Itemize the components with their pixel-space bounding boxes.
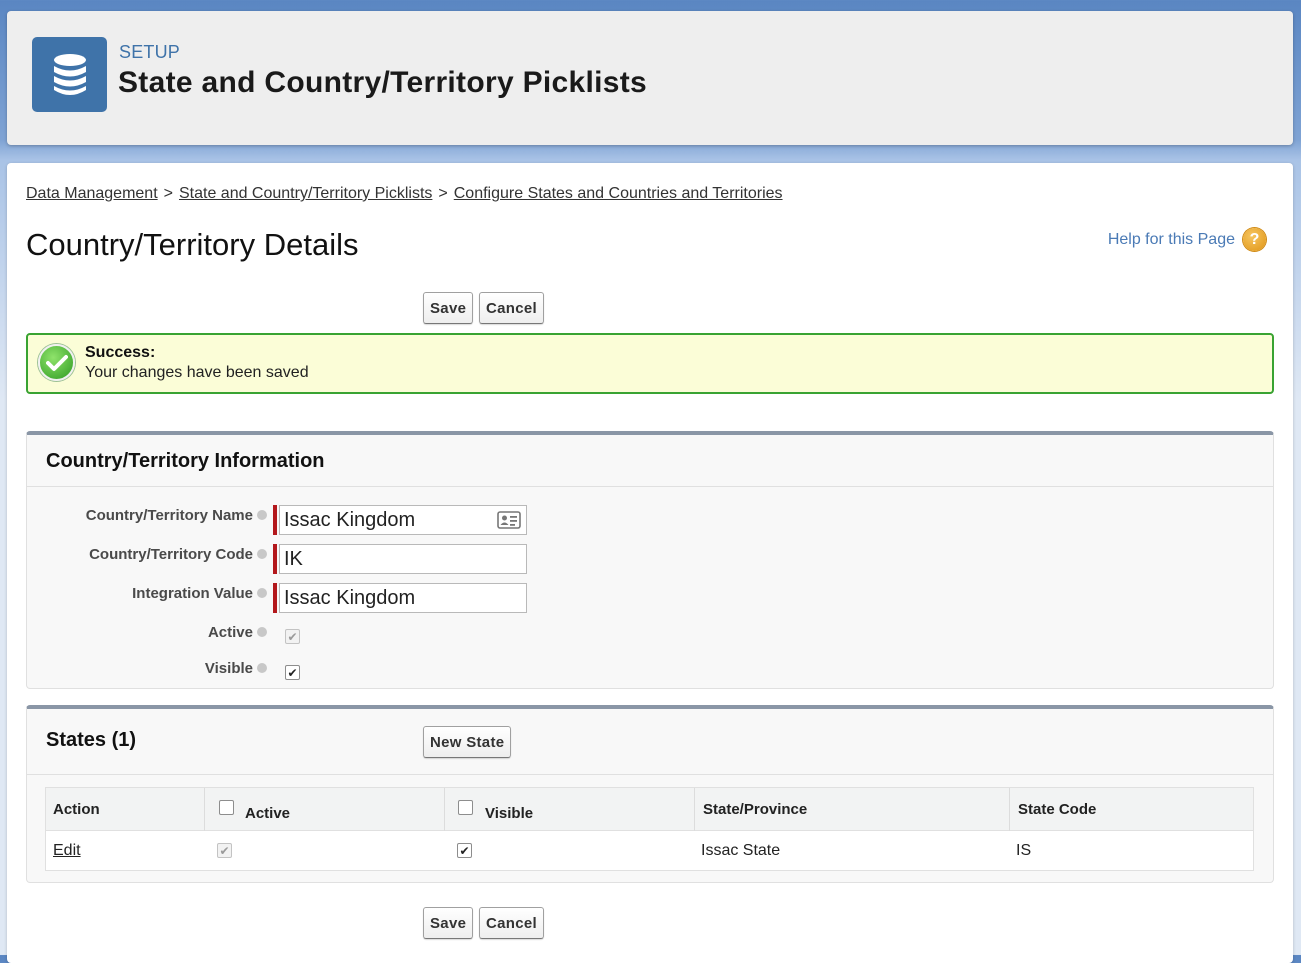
select-all-active-checkbox[interactable]	[219, 800, 234, 815]
active-checkbox[interactable]: ✔	[285, 629, 300, 644]
breadcrumb: Data Management > State and Country/Territ…	[26, 185, 783, 203]
states-section: States (1) New State Action Active Visib…	[26, 705, 1274, 883]
setup-title: State and Country/Territory Picklists	[118, 66, 648, 99]
column-divider	[204, 788, 205, 831]
column-header-state-province: State/Province	[703, 801, 808, 818]
table-header-row: Action Active Visible State/Province Sta…	[46, 788, 1253, 831]
breadcrumb-separator: >	[163, 185, 173, 202]
breadcrumb-configure-states[interactable]: Configure States and Countries and Terri…	[454, 185, 783, 202]
section-header: States (1) New State	[27, 709, 1273, 775]
main-content: Data Management > State and Country/Territ…	[7, 163, 1293, 963]
column-divider	[694, 788, 695, 831]
field-help-icon[interactable]	[257, 663, 267, 674]
field-label-text: Integration Value	[132, 585, 253, 602]
field-help-icon[interactable]	[257, 588, 267, 599]
setup-header: SETUP State and Country/Territory Pickli…	[7, 11, 1293, 145]
state-code-cell: IS	[1016, 842, 1032, 859]
success-title: Success:	[85, 344, 156, 361]
field-help-icon[interactable]	[257, 549, 267, 560]
country-name-input[interactable]	[279, 505, 527, 535]
section-header: Country/Territory Information	[27, 435, 1273, 487]
required-indicator	[273, 505, 277, 535]
save-button-bottom[interactable]: Save	[423, 907, 474, 939]
integration-value-label: Integration Value	[27, 585, 267, 602]
new-state-button[interactable]: New State	[423, 726, 512, 758]
visible-label: Visible	[27, 660, 267, 677]
success-message: Success: Your changes have been saved	[26, 333, 1274, 394]
field-help-icon[interactable]	[257, 627, 267, 638]
page-title: Country/Territory Details	[26, 227, 359, 262]
contact-card-icon[interactable]	[497, 511, 521, 529]
field-label-text: Visible	[204, 660, 253, 677]
country-information-section: Country/Territory Information Country/Te…	[26, 431, 1274, 689]
section-title: Country/Territory Information	[46, 450, 325, 472]
select-all-visible-checkbox[interactable]	[458, 800, 473, 815]
help-link-label[interactable]: Help for this Page	[1108, 231, 1235, 249]
column-header-active: Active	[245, 805, 291, 822]
required-indicator	[273, 544, 277, 574]
success-text: Your changes have been saved	[85, 364, 309, 381]
country-name-label: Country/Territory Name	[27, 507, 267, 524]
cancel-button-bottom[interactable]: Cancel	[479, 907, 544, 939]
setup-label: SETUP	[119, 42, 181, 62]
states-table: Action Active Visible State/Province Sta…	[45, 787, 1254, 871]
table-row: Edit ✔ ✔ Issac State IS	[46, 831, 1253, 871]
visible-checkbox[interactable]: ✔	[285, 665, 300, 680]
column-divider	[1009, 788, 1010, 831]
field-label-text: Active	[207, 624, 253, 641]
field-label-text: Country/Territory Name	[85, 507, 253, 524]
breadcrumb-picklists[interactable]: State and Country/Territory Picklists	[179, 185, 432, 202]
breadcrumb-data-management[interactable]: Data Management	[26, 185, 158, 202]
breadcrumb-separator: >	[438, 185, 448, 202]
required-indicator	[273, 583, 277, 613]
checkmark-icon	[38, 344, 75, 381]
field-label-text: Country/Territory Code	[89, 546, 253, 563]
country-code-label: Country/Territory Code	[27, 546, 267, 563]
save-button-top[interactable]: Save	[423, 292, 474, 324]
field-help-icon[interactable]	[257, 510, 267, 521]
integration-value-input[interactable]	[279, 583, 527, 613]
active-label: Active	[27, 624, 267, 641]
row-active-checkbox[interactable]: ✔	[217, 843, 232, 858]
help-link[interactable]: Help for this Page ?	[1108, 228, 1266, 251]
row-visible-checkbox[interactable]: ✔	[457, 843, 472, 858]
column-header-action: Action	[53, 801, 100, 818]
database-icon	[32, 37, 107, 112]
help-icon[interactable]: ?	[1243, 228, 1266, 251]
section-title: States (1)	[46, 729, 137, 751]
country-code-input[interactable]	[279, 544, 527, 574]
column-header-state-code: State Code	[1018, 801, 1097, 818]
column-divider	[444, 788, 445, 831]
cancel-button-top[interactable]: Cancel	[479, 292, 544, 324]
state-name-cell: Issac State	[701, 842, 781, 859]
column-header-visible: Visible	[485, 805, 534, 822]
edit-link[interactable]: Edit	[53, 842, 81, 860]
